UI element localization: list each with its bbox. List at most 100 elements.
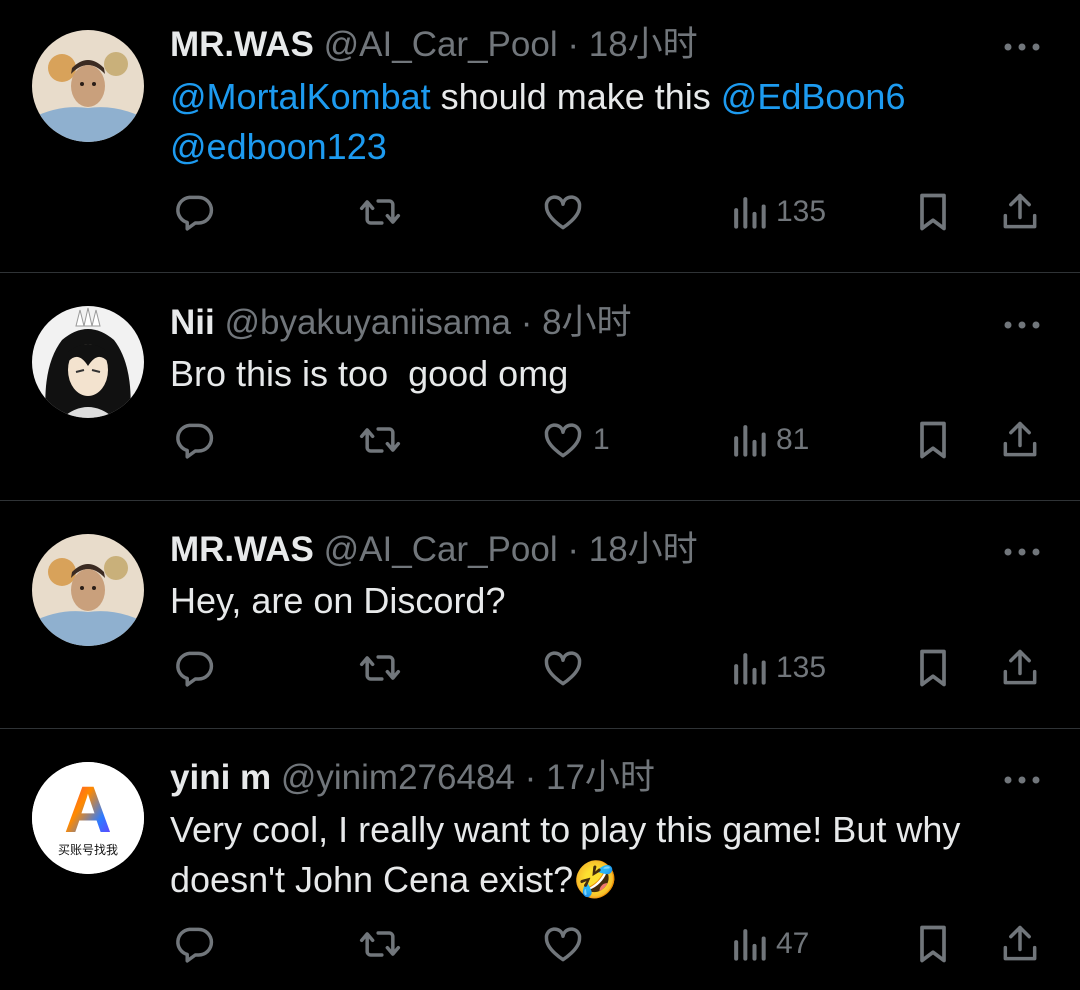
retweet-button[interactable] — [357, 922, 403, 966]
tweet-text: @MortalKombat should make this @EdBoon6 … — [170, 72, 1050, 172]
share-icon — [1003, 421, 1037, 457]
tweet-text-part: should make this — [430, 76, 721, 117]
views-button[interactable]: 135 — [730, 646, 826, 690]
reply-button[interactable] — [172, 190, 216, 234]
tweet-actions: 47 — [0, 922, 1080, 966]
divider — [0, 272, 1080, 273]
divider — [0, 500, 1080, 501]
views-icon — [734, 653, 766, 685]
bookmark-button[interactable] — [914, 646, 952, 690]
heart-icon — [544, 927, 582, 962]
retweet-button[interactable] — [357, 190, 403, 234]
retweet-button[interactable] — [357, 418, 403, 462]
bookmark-button[interactable] — [914, 418, 952, 462]
tweet-text-line: Very cool, I really want to play this ga… — [170, 809, 961, 850]
profile-photo-icon — [32, 534, 144, 646]
timestamp[interactable]: 17小时 — [546, 758, 655, 797]
view-count: 135 — [776, 651, 827, 684]
like-button[interactable]: 1 — [541, 418, 610, 462]
tweet-header: Nii @byakuyaniisama · 8小时 — [170, 303, 632, 343]
anime-avatar-icon — [32, 306, 144, 418]
views-button[interactable]: 81 — [730, 418, 809, 462]
share-icon — [1003, 925, 1037, 961]
reply-icon — [176, 651, 214, 687]
heart-icon — [544, 651, 582, 686]
retweet-icon — [359, 655, 401, 681]
mention-link[interactable]: @edboon123 — [170, 126, 387, 167]
letter-a-logo-icon: A 买账号找我 — [32, 762, 144, 874]
tweet-text: Very cool, I really want to play this ga… — [170, 805, 1050, 906]
more-options-icon[interactable] — [1002, 773, 1042, 785]
share-button[interactable] — [998, 922, 1042, 966]
more-options-icon[interactable] — [1002, 545, 1042, 557]
avatar[interactable] — [32, 306, 144, 418]
tweet-actions: 1 81 — [0, 418, 1080, 462]
reply-icon — [176, 195, 214, 231]
handle[interactable]: @yinim276484 — [281, 758, 515, 797]
tweet-header: MR.WAS @AI_Car_Pool · 18小时 — [170, 25, 698, 65]
timestamp[interactable]: 8小时 — [542, 303, 631, 342]
bookmark-icon — [920, 193, 946, 231]
retweet-icon — [359, 931, 401, 957]
share-button[interactable] — [998, 190, 1042, 234]
display-name[interactable]: Nii — [170, 303, 215, 342]
like-count: 1 — [593, 423, 610, 456]
timestamp[interactable]: 18小时 — [589, 25, 698, 64]
view-count: 81 — [776, 423, 810, 456]
view-count: 135 — [776, 195, 827, 228]
bookmark-button[interactable] — [914, 922, 952, 966]
tweet-actions: 135 — [0, 190, 1080, 234]
more-options-icon[interactable] — [1002, 318, 1042, 330]
views-icon — [734, 425, 766, 457]
share-button[interactable] — [998, 646, 1042, 690]
tweet-header: MR.WAS @AI_Car_Pool · 18小时 — [170, 530, 698, 570]
like-button[interactable] — [541, 646, 593, 690]
share-icon — [1003, 649, 1037, 685]
heart-icon — [544, 195, 582, 230]
mention-link[interactable]: @MortalKombat — [170, 76, 431, 117]
profile-photo-icon — [32, 30, 144, 142]
share-icon — [1003, 193, 1037, 229]
like-button[interactable] — [541, 922, 593, 966]
display-name[interactable]: yini m — [170, 758, 271, 797]
mention-link[interactable]: @EdBoon6 — [721, 76, 906, 117]
handle[interactable]: @AI_Car_Pool — [324, 530, 558, 569]
bookmark-icon — [920, 925, 946, 963]
retweet-button[interactable] — [357, 646, 403, 690]
display-name[interactable]: MR.WAS — [170, 25, 314, 64]
reply-button[interactable] — [172, 646, 216, 690]
avatar-caption: 买账号找我 — [58, 843, 118, 857]
views-icon — [734, 197, 766, 229]
avatar[interactable] — [32, 30, 144, 142]
bookmark-icon — [920, 421, 946, 459]
bookmark-icon — [920, 649, 946, 687]
views-button[interactable]: 47 — [730, 922, 809, 966]
reply-button[interactable] — [172, 418, 216, 462]
retweet-icon — [359, 427, 401, 453]
avatar[interactable] — [32, 534, 144, 646]
display-name[interactable]: MR.WAS — [170, 530, 314, 569]
reply-button[interactable] — [172, 922, 216, 966]
heart-icon — [544, 423, 582, 458]
tweet-actions: 135 — [0, 646, 1080, 690]
tweet-text: Bro this is too good omg — [170, 353, 569, 394]
reply-icon — [176, 927, 214, 963]
views-icon — [734, 929, 766, 961]
more-options-icon[interactable] — [1002, 40, 1042, 52]
share-button[interactable] — [998, 418, 1042, 462]
avatar-logo-letter: A — [64, 772, 112, 846]
dot-separator: · — [524, 758, 537, 797]
handle[interactable]: @byakuyaniisama — [224, 303, 511, 342]
timestamp[interactable]: 18小时 — [589, 530, 698, 569]
like-button[interactable] — [541, 190, 593, 234]
avatar[interactable]: A 买账号找我 — [32, 762, 144, 874]
dot-separator: · — [567, 25, 579, 64]
tweet-text-line: doesn't John Cena exist? — [170, 859, 574, 900]
tweet-header: yini m @yinim276484 · 17小时 — [170, 758, 655, 798]
bookmark-button[interactable] — [914, 190, 952, 234]
views-button[interactable]: 135 — [730, 190, 826, 234]
tweet-1[interactable]: MR.WAS @AI_Car_Pool · 18小时 @MortalKombat… — [0, 0, 1080, 272]
handle[interactable]: @AI_Car_Pool — [324, 25, 558, 64]
rofl-emoji-icon: 🤣 — [573, 860, 618, 901]
view-count: 47 — [776, 927, 810, 960]
